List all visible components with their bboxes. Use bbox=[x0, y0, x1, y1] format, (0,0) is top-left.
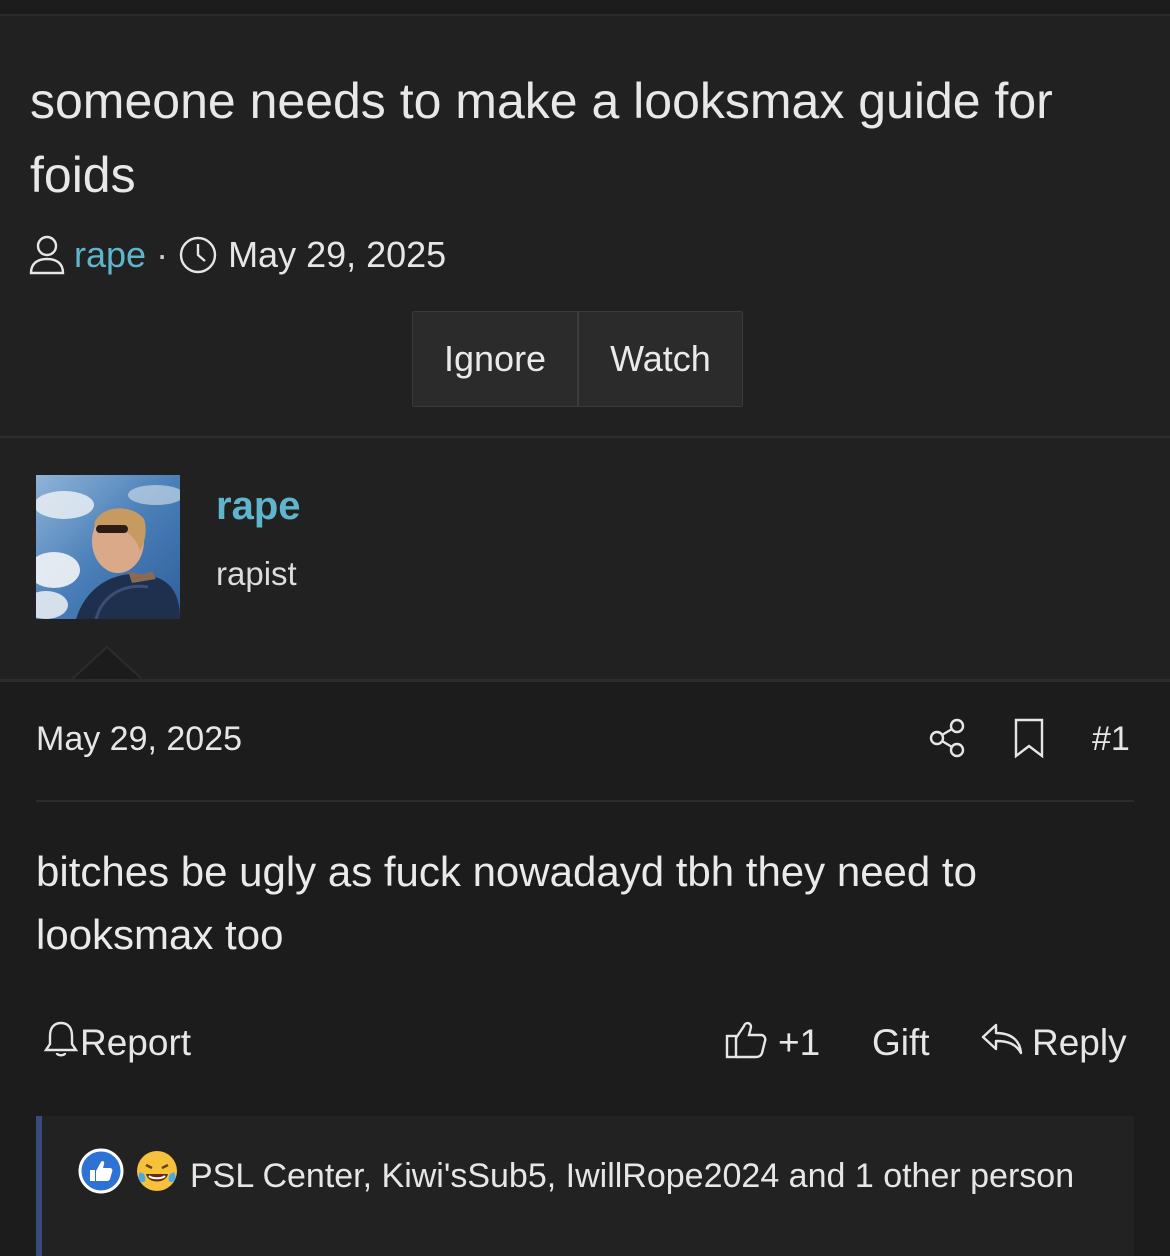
reactions-bar[interactable]: PSL Center, Kiwi'sSub5, IwillRope2024 an… bbox=[36, 1116, 1134, 1256]
reactions-text: PSL Center, Kiwi'sSub5, IwillRope2024 an… bbox=[190, 1156, 1075, 1195]
bell-icon bbox=[42, 1019, 80, 1068]
post-username[interactable]: rape bbox=[216, 484, 301, 529]
user-icon bbox=[28, 234, 66, 276]
thread-title: someone needs to make a looksmax guide f… bbox=[30, 73, 1053, 203]
user-block-divider bbox=[0, 679, 1170, 682]
thread-meta: rape · May 29, 2025 bbox=[28, 230, 446, 280]
ignore-button[interactable]: Ignore bbox=[413, 312, 577, 406]
bookmark-icon[interactable] bbox=[1012, 716, 1046, 760]
laughing-crying-reaction-icon bbox=[134, 1148, 180, 1208]
thread-action-buttons: Ignore Watch bbox=[412, 311, 743, 407]
gift-label: Gift bbox=[872, 1022, 930, 1063]
post-body: bitches be ugly as fuck nowadayd tbh the… bbox=[36, 848, 977, 958]
post-number[interactable]: #1 bbox=[1092, 720, 1130, 759]
report-label: Report bbox=[80, 1022, 192, 1063]
reply-icon bbox=[980, 1019, 1024, 1068]
watch-button[interactable]: Watch bbox=[577, 312, 742, 406]
like-count: +1 bbox=[778, 1022, 821, 1063]
thread-author-link[interactable]: rape bbox=[74, 234, 146, 276]
thumbs-up-icon bbox=[724, 1018, 768, 1069]
reply-button[interactable]: Reply bbox=[980, 1018, 1127, 1068]
thread-date[interactable]: May 29, 2025 bbox=[228, 234, 446, 276]
clock-icon bbox=[178, 235, 218, 275]
post-header-divider bbox=[36, 800, 1134, 802]
gift-button[interactable]: Gift bbox=[872, 1018, 930, 1068]
like-button[interactable]: +1 bbox=[724, 1018, 820, 1068]
meta-separator: · bbox=[156, 234, 169, 275]
reply-label: Reply bbox=[1032, 1022, 1127, 1063]
share-icon[interactable] bbox=[928, 716, 968, 760]
like-reaction-icon bbox=[78, 1148, 124, 1208]
avatar[interactable] bbox=[36, 475, 180, 619]
reactions-summary[interactable]: PSL Center, Kiwi'sSub5, IwillRope2024 an… bbox=[78, 1148, 1118, 1208]
post-date[interactable]: May 29, 2025 bbox=[36, 720, 242, 759]
post-user-title: rapist bbox=[216, 555, 297, 592]
report-button[interactable]: Report bbox=[42, 1018, 191, 1068]
